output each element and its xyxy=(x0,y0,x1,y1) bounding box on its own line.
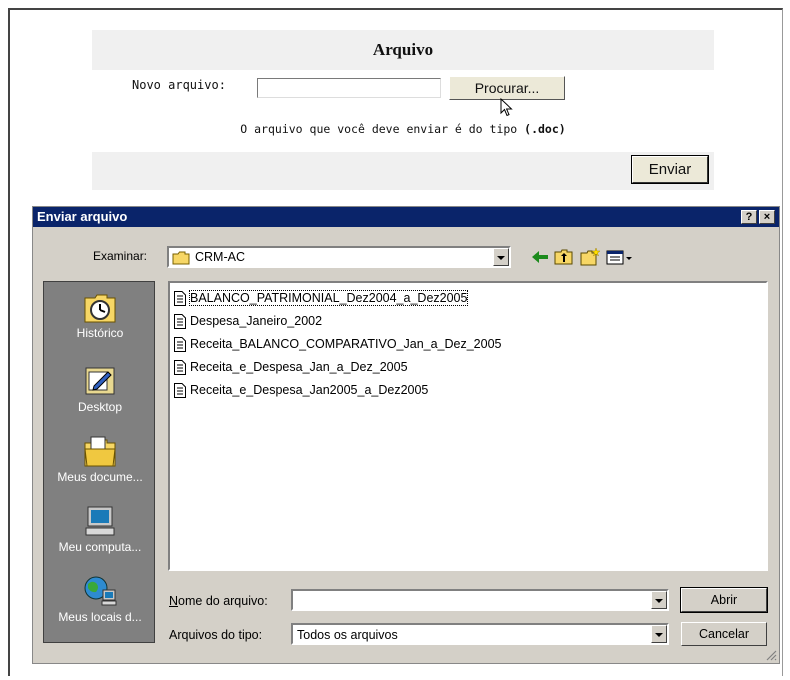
places-bar: Histórico Desktop Meus docume... Meu com… xyxy=(43,281,155,643)
open-button[interactable]: Abrir xyxy=(680,587,768,613)
file-name: Receita_e_Despesa_Jan2005_a_Dez2005 xyxy=(190,383,429,397)
send-button[interactable]: Enviar xyxy=(631,155,709,184)
file-item[interactable]: Receita_e_Despesa_Jan2005_a_Dez2005 xyxy=(174,381,428,399)
browse-button[interactable]: Procurar... xyxy=(449,76,565,100)
filename-label: Nome do arquivo: xyxy=(169,594,268,608)
file-item[interactable]: BALANCO_PATRIMONIAL_Dez2004_a_Dez2005 xyxy=(174,289,469,307)
my-documents-icon xyxy=(84,436,116,467)
network-places-icon xyxy=(84,576,117,606)
hint-file-type: (.doc) xyxy=(524,122,566,136)
file-item[interactable]: Receita_BALANCO_COMPARATIVO_Jan_a_Dez_20… xyxy=(174,335,502,353)
chevron-down-icon[interactable] xyxy=(651,591,667,609)
file-label: Novo arquivo: xyxy=(132,78,226,92)
filename-input[interactable] xyxy=(291,589,669,611)
place-history[interactable]: Histórico xyxy=(44,290,156,340)
file-row: Novo arquivo: Procurar... xyxy=(92,70,714,102)
place-label: Desktop xyxy=(77,400,123,414)
look-in-select[interactable]: CRM-AC xyxy=(167,246,511,268)
chevron-down-icon[interactable] xyxy=(493,248,509,266)
view-menu-icon[interactable] xyxy=(605,247,635,267)
filename-label-text: ome do arquivo: xyxy=(178,594,268,608)
file-name: Receita_BALANCO_COMPARATIVO_Jan_a_Dez_20… xyxy=(190,337,502,351)
file-name: BALANCO_PATRIMONIAL_Dez2004_a_Dez2005 xyxy=(188,290,469,306)
text-document-icon xyxy=(174,291,186,307)
place-label: Meus docume... xyxy=(57,470,143,484)
file-path-input[interactable] xyxy=(257,78,441,98)
text-document-icon xyxy=(174,383,186,399)
form-title: Arquivo xyxy=(92,30,714,70)
hint-text: O arquivo que você deve enviar é do tipo xyxy=(240,122,525,136)
text-document-icon xyxy=(174,360,186,376)
my-computer-icon xyxy=(85,506,115,536)
filetype-value: Todos os arquivos xyxy=(297,628,398,642)
dialog-titlebar[interactable]: Enviar arquivo ? × xyxy=(33,207,779,227)
place-label: Meu computa... xyxy=(58,540,142,554)
place-network[interactable]: Meus locais d... xyxy=(44,574,156,624)
dialog-title: Enviar arquivo xyxy=(37,209,128,224)
mouse-cursor-icon xyxy=(500,98,513,117)
form-footer: Enviar xyxy=(92,152,714,190)
filetype-label: Arquivos do tipo: xyxy=(169,628,263,642)
place-my-computer[interactable]: Meu computa... xyxy=(44,504,156,554)
file-item[interactable]: Despesa_Janeiro_2002 xyxy=(174,312,322,330)
help-button[interactable]: ? xyxy=(741,210,757,224)
history-icon xyxy=(84,294,116,323)
desktop-icon xyxy=(85,367,115,395)
chevron-down-icon[interactable] xyxy=(651,625,667,643)
up-folder-icon[interactable] xyxy=(553,247,575,267)
file-name: Despesa_Janeiro_2002 xyxy=(190,314,323,328)
upload-form: Arquivo Novo arquivo: Procurar... O arqu… xyxy=(92,30,714,190)
close-button[interactable]: × xyxy=(759,210,775,224)
place-desktop[interactable]: Desktop xyxy=(44,364,156,414)
text-document-icon xyxy=(174,314,186,330)
file-open-dialog: Enviar arquivo ? × Examinar: CRM-AC Hist… xyxy=(32,206,780,664)
file-name: Receita_e_Despesa_Jan_a_Dez_2005 xyxy=(190,360,408,374)
file-type-hint: O arquivo que você deve enviar é do tipo… xyxy=(92,114,714,144)
cancel-button[interactable]: Cancelar xyxy=(681,622,767,646)
look-in-label: Examinar: xyxy=(93,249,148,263)
filetype-select[interactable]: Todos os arquivos xyxy=(291,623,669,645)
text-document-icon xyxy=(174,337,186,353)
place-my-documents[interactable]: Meus docume... xyxy=(44,434,156,484)
place-label: Histórico xyxy=(76,326,124,340)
place-label: Meus locais d... xyxy=(58,610,142,624)
file-item[interactable]: Receita_e_Despesa_Jan_a_Dez_2005 xyxy=(174,358,408,376)
new-folder-icon[interactable] xyxy=(579,247,601,267)
back-arrow-icon[interactable] xyxy=(529,247,551,267)
file-list[interactable]: BALANCO_PATRIMONIAL_Dez2004_a_Dez2005 De… xyxy=(168,281,768,571)
folder-icon xyxy=(172,251,190,265)
look-in-value: CRM-AC xyxy=(195,250,245,264)
resize-grip-icon[interactable] xyxy=(765,649,777,661)
